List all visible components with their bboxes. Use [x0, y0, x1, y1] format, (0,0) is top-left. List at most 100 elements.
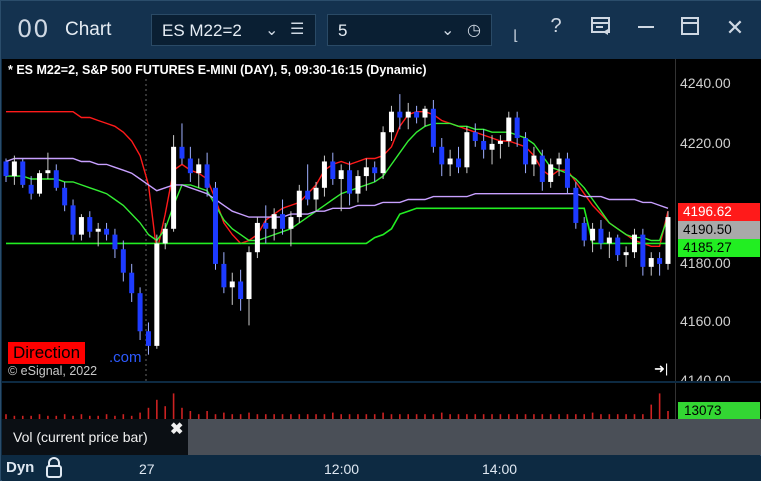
app-icon[interactable]: 00 — [17, 15, 50, 43]
candle-body — [204, 164, 210, 188]
candle-body — [439, 146, 445, 165]
chart-window: 00 Chart ES M22=2 ⌄ ☰ 5 ⌄ ◷ ⌊ ? ✕ * ES M… — [0, 0, 761, 481]
chevron-down-icon[interactable]: ⌄ — [441, 20, 454, 40]
close-tooltip-icon[interactable]: ✖ — [170, 419, 183, 439]
price-tick: 4240.00 — [680, 75, 731, 91]
volume-bar — [164, 406, 167, 419]
candle-body — [506, 117, 512, 141]
layout-icon[interactable] — [586, 15, 616, 43]
close-icon[interactable]: ✕ — [720, 15, 750, 41]
candle-body — [481, 140, 487, 150]
candle-body — [137, 293, 143, 332]
candle-body — [212, 187, 218, 264]
volume-pane[interactable] — [2, 383, 675, 419]
minimize-icon[interactable] — [631, 15, 661, 43]
candle-body — [330, 161, 336, 180]
direction-label: Direction — [8, 342, 86, 364]
candle-body — [405, 111, 411, 118]
price-tick-partial: 4180.00 — [680, 255, 731, 271]
price-label-green: 4185.27 — [678, 239, 760, 257]
draw-tool-icon[interactable]: ⌊ — [501, 27, 531, 44]
candle-body — [112, 234, 118, 250]
candle-body — [548, 164, 554, 182]
candle-body — [280, 214, 286, 229]
candle-body — [104, 228, 110, 235]
volume-tooltip-text: Vol (current price bar) — [13, 429, 148, 445]
price-label-last: 4190.50 — [678, 221, 760, 239]
time-axis[interactable]: Dyn 27 12:00 14:00 — [2, 456, 761, 481]
candle-body — [657, 258, 663, 264]
candle-body — [363, 167, 369, 177]
time-tick: 27 — [139, 461, 155, 477]
candle-body — [665, 217, 671, 264]
candle-body — [28, 184, 34, 194]
direction-suffix: .com — [109, 349, 142, 366]
candle-body — [422, 108, 428, 118]
candle-body — [296, 190, 302, 218]
volume-bar — [156, 399, 158, 419]
list-menu-icon[interactable]: ☰ — [290, 19, 304, 39]
volume-svg — [5, 393, 669, 419]
price-chart[interactable]: * ES M22=2, S&P 500 FUTURES E-MINI (DAY)… — [2, 59, 675, 381]
candle-body — [648, 258, 654, 267]
price-axis[interactable]: 4240.00 4220.00 4180.00 4160.00 4140.00 … — [675, 59, 761, 381]
candle-body — [456, 158, 462, 168]
price-tick: 4160.00 — [680, 313, 731, 329]
candle-body — [464, 132, 470, 168]
price-label-red: 4196.62 — [678, 203, 760, 221]
candle-body — [37, 173, 43, 194]
time-tick: 12:00 — [324, 461, 360, 477]
dynamic-mode-label[interactable]: Dyn — [6, 459, 34, 476]
candle-body — [623, 252, 629, 256]
candle-body — [171, 146, 177, 229]
interval-value: 5 — [338, 21, 348, 40]
volume-bar — [658, 393, 661, 419]
candle-body — [196, 164, 202, 174]
candle-body — [631, 234, 637, 253]
volume-bar — [172, 393, 175, 419]
indicator-line-3 — [6, 207, 668, 245]
help-icon[interactable]: ? — [541, 15, 571, 38]
candle-body — [246, 252, 252, 300]
candle-body — [254, 222, 260, 253]
candle-body — [87, 217, 93, 232]
candle-body — [531, 155, 537, 165]
candle-body — [497, 140, 503, 144]
candle-body — [338, 170, 344, 180]
candle-body — [447, 158, 453, 165]
lock-icon[interactable] — [44, 457, 64, 481]
symbol-selector[interactable]: ES M22=2 ⌄ ☰ — [151, 14, 316, 46]
copyright-text: © eSignal, 2022 — [8, 364, 98, 378]
candle-body — [70, 205, 76, 235]
time-tick: 14:00 — [482, 461, 518, 477]
clock-icon[interactable]: ◷ — [467, 20, 481, 40]
candle-body — [162, 228, 168, 244]
candle-body — [556, 158, 562, 165]
candle-body — [380, 132, 386, 174]
candle-body — [489, 143, 495, 150]
candle-body — [355, 176, 361, 194]
candle-body — [313, 187, 319, 200]
candle-body — [430, 108, 436, 147]
volume-bar — [189, 411, 192, 419]
candle-body — [20, 161, 26, 185]
candle-body — [606, 237, 612, 244]
price-tick: 4140.00 — [680, 372, 731, 381]
interval-selector[interactable]: 5 ⌄ ◷ — [327, 14, 492, 46]
candle-body — [145, 331, 151, 346]
go-to-latest-icon[interactable]: ➜| — [654, 361, 668, 377]
candle-body — [615, 237, 621, 256]
candle-body — [514, 117, 520, 139]
price-chart-svg — [3, 79, 671, 381]
candle-body — [221, 263, 227, 288]
maximize-icon[interactable] — [675, 15, 705, 43]
candle-body — [640, 234, 646, 267]
volume-value-label: 13073 — [678, 402, 760, 419]
candle-body — [11, 161, 17, 177]
volume-bar — [667, 411, 669, 419]
title-bar: 00 Chart ES M22=2 ⌄ ☰ 5 ⌄ ◷ ⌊ ? ✕ — [1, 1, 761, 59]
candle-body — [388, 111, 394, 133]
candle-body — [3, 161, 9, 177]
candle-body — [372, 167, 378, 174]
chevron-down-icon[interactable]: ⌄ — [265, 20, 278, 40]
